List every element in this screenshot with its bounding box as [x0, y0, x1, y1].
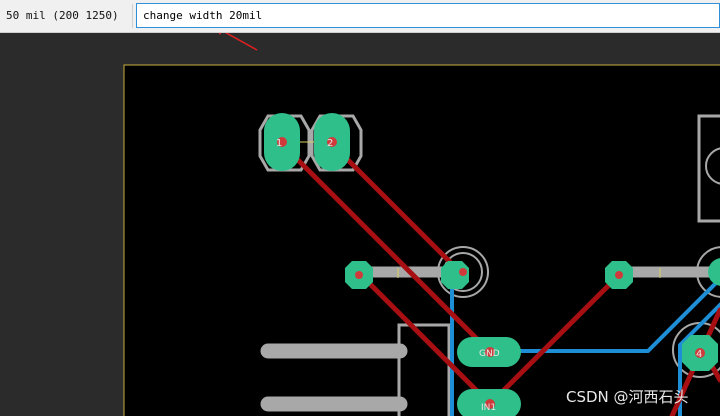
command-input[interactable]	[136, 3, 720, 28]
drill-resistor-right	[615, 271, 623, 279]
pad-label-2: 2	[327, 138, 333, 149]
pad-gnd-square	[462, 342, 472, 360]
top-toolbar: 50 mil (200 1250)	[0, 0, 720, 33]
grid-status-text: 50 mil (200 1250)	[6, 9, 119, 22]
toolbar-divider	[132, 4, 133, 28]
pcb-layout-canvas[interactable]: 1 2 GND IN1 4 CSDN @河西石头	[0, 33, 720, 416]
pad-label-1: 1	[276, 138, 282, 149]
pad-label-in1: IN1	[481, 403, 496, 413]
watermark-text: CSDN @河西石头	[566, 388, 689, 406]
board-area	[124, 65, 720, 416]
drill-resistor-left	[355, 271, 363, 279]
drill-via	[459, 268, 467, 276]
pad-label-gnd: GND	[479, 349, 500, 359]
pad-label-4: 4	[696, 349, 702, 360]
